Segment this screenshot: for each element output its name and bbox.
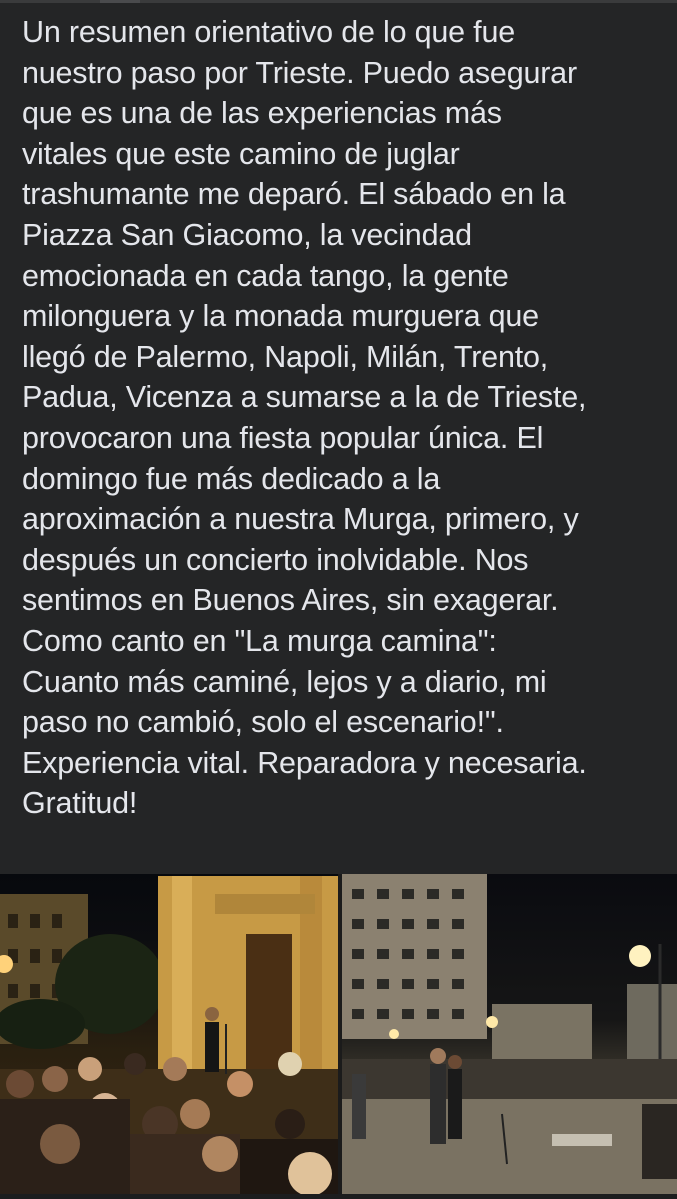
photo-grid[interactable]: [0, 874, 677, 1199]
photo-tango[interactable]: [342, 874, 677, 1199]
low-building: [492, 1004, 592, 1059]
bottom-edge: [0, 1194, 677, 1199]
photo-concert-image: [0, 876, 338, 1199]
photo-concert[interactable]: [0, 874, 338, 1199]
church-door: [246, 934, 292, 1074]
lamp-glow: [629, 945, 651, 967]
photo-tango-image: [342, 874, 677, 1199]
top-bar-segment: [100, 0, 140, 3]
post-text: Un resumen orientativo de lo que fue nue…: [22, 15, 587, 821]
top-bar: [0, 0, 677, 3]
performer: [205, 1022, 219, 1072]
building-windows: [8, 914, 62, 998]
crowd-back: [342, 1059, 677, 1099]
drum: [278, 1052, 302, 1076]
